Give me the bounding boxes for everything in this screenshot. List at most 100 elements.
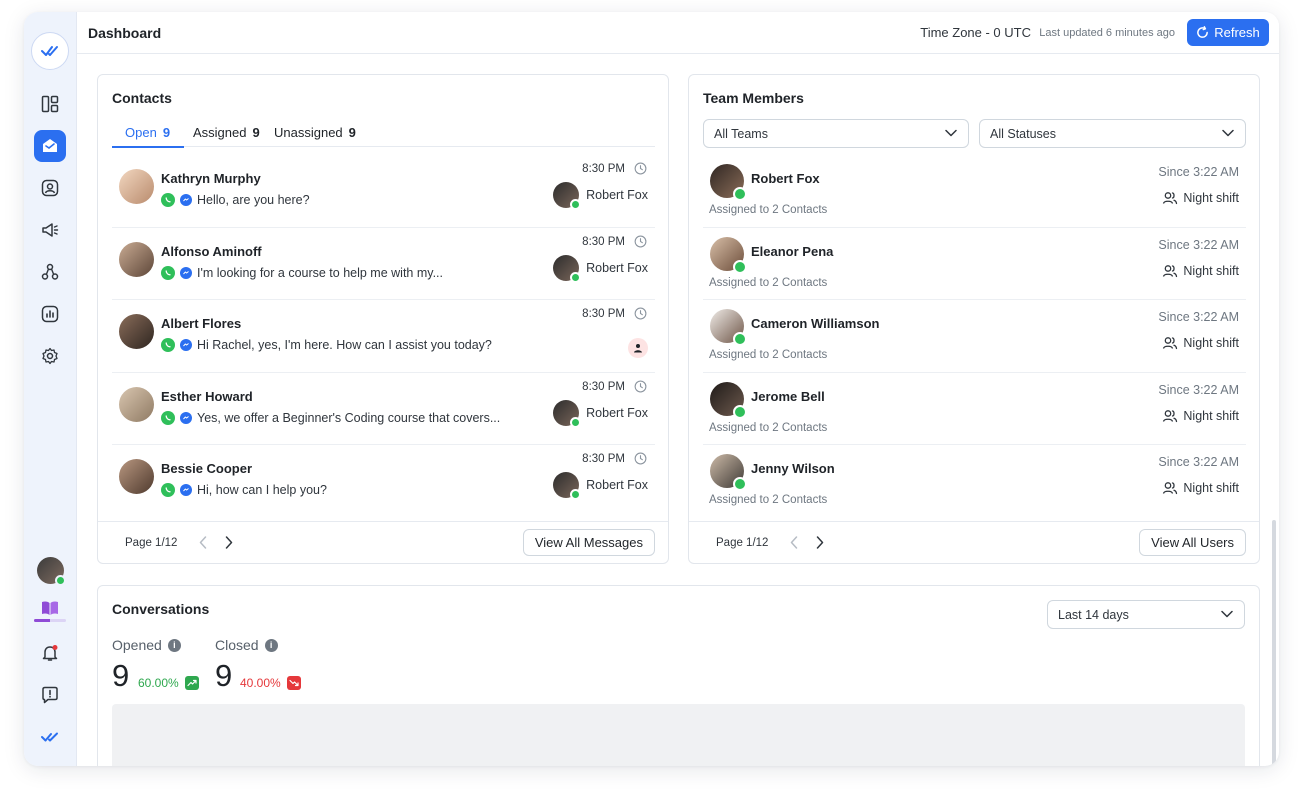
- contact-row[interactable]: Alfonso Aminoff I'm looking for a course…: [112, 228, 655, 300]
- team-member-row[interactable]: Jenny Wilson Assigned to 2 Contacts Sinc…: [703, 445, 1246, 518]
- chevron-right-icon[interactable]: [225, 536, 233, 549]
- agent-name: Robert Fox: [586, 188, 648, 202]
- conversations-title: Conversations: [112, 601, 210, 617]
- message-time: 8:30 PM: [582, 453, 625, 465]
- whatsapp-icon: [161, 410, 175, 425]
- contact-avatar: [119, 459, 154, 494]
- contact-name: Alfonso Aminoff: [161, 243, 262, 259]
- agent-name: Robert Fox: [586, 405, 648, 420]
- contact-row[interactable]: Esther Howard Yes, we offer a Beginner's…: [112, 373, 655, 445]
- closed-label: Closed: [215, 637, 259, 653]
- member-avatar: [710, 309, 747, 346]
- message-time: 8:30 PM: [582, 163, 625, 175]
- tab-assigned[interactable]: Assigned 9: [193, 125, 260, 140]
- contact-row[interactable]: Albert Flores Hi Rachel, yes, I'm here. …: [112, 300, 655, 373]
- closed-stat: Closed i 9 40.00%: [215, 637, 301, 693]
- member-assigned-count: Assigned to 2 Contacts: [709, 349, 828, 361]
- member-since: Since 3:22 AM: [1158, 165, 1239, 179]
- member-since: Since 3:22 AM: [1158, 455, 1239, 469]
- chevron-left-icon[interactable]: [199, 536, 207, 549]
- view-all-messages-button[interactable]: View All Messages: [522, 529, 655, 556]
- date-range-select[interactable]: Last 14 days: [1047, 600, 1245, 629]
- timezone-label: Time Zone - 0 UTC: [920, 25, 1031, 40]
- clock-icon: [634, 162, 647, 175]
- guide-book-icon: [42, 601, 58, 615]
- member-since: Since 3:22 AM: [1158, 382, 1239, 397]
- shift-label: Night shift: [1183, 191, 1239, 205]
- team-member-row[interactable]: Robert Fox Assigned to 2 Contacts Since …: [703, 155, 1246, 228]
- chevron-right-icon[interactable]: [816, 536, 824, 549]
- nav-brand[interactable]: [34, 721, 66, 753]
- user-avatar[interactable]: [37, 557, 66, 586]
- tab-open[interactable]: Open 9: [111, 125, 185, 148]
- member-name: Jerome Bell: [751, 388, 825, 404]
- contact-last-message: Hi Rachel, yes, I'm here. How can I assi…: [161, 338, 492, 352]
- contact-row[interactable]: Bessie Cooper Hi, how can I help you? 8:…: [112, 445, 655, 518]
- info-icon[interactable]: i: [167, 638, 181, 652]
- guide-book-button[interactable]: [41, 600, 59, 621]
- member-name: Cameron Williamson: [751, 316, 880, 331]
- date-range-value: Last 14 days: [1058, 607, 1129, 622]
- messenger-icon: [180, 484, 192, 496]
- help-icon: [42, 686, 58, 704]
- nav-inbox[interactable]: [34, 130, 66, 162]
- whatsapp-icon: [161, 193, 175, 207]
- page-scrollbar[interactable]: [1272, 520, 1276, 766]
- last-updated-label: Last updated 6 minutes ago: [1039, 27, 1175, 39]
- nav-notifications[interactable]: [34, 637, 66, 669]
- tab-unassigned-count: 9: [348, 125, 356, 140]
- brand-icon: [41, 732, 58, 742]
- nav-broadcast[interactable]: [34, 214, 66, 246]
- member-since: Since 3:22 AM: [1158, 310, 1239, 324]
- contact-name: Albert Flores: [161, 316, 242, 331]
- team-member-row[interactable]: Cameron Williamson Assigned to 2 Contact…: [703, 300, 1246, 373]
- contact-last-message: I'm looking for a course to help me with…: [161, 265, 443, 280]
- info-icon[interactable]: i: [264, 638, 278, 652]
- logo[interactable]: [31, 32, 69, 70]
- chevron-left-icon[interactable]: [790, 536, 798, 549]
- shift-label: Night shift: [1183, 481, 1239, 495]
- online-status-dot: [733, 187, 747, 201]
- team-member-row[interactable]: Eleanor Pena Assigned to 2 Contacts Sinc…: [703, 228, 1246, 300]
- reports-icon: [41, 305, 59, 323]
- tab-unassigned[interactable]: Unassigned 9: [274, 125, 356, 140]
- refresh-button[interactable]: Refresh: [1187, 19, 1269, 46]
- nav-integrations[interactable]: [34, 256, 66, 288]
- guide-progress-bar: [34, 619, 66, 622]
- contact-row[interactable]: Kathryn Murphy Hello, are you here? 8:30…: [112, 155, 655, 228]
- status-filter-value: All Statuses: [990, 126, 1057, 141]
- online-status-dot: [733, 404, 747, 419]
- member-assigned-count: Assigned to 2 Contacts: [709, 494, 828, 506]
- member-avatar: [710, 454, 747, 491]
- whatsapp-icon: [161, 338, 175, 352]
- nav-settings[interactable]: [34, 340, 66, 372]
- member-name: Eleanor Pena: [751, 243, 834, 259]
- view-all-users-button[interactable]: View All Users: [1139, 529, 1246, 556]
- opened-label-row: Opened i: [112, 637, 181, 653]
- nav-contacts[interactable]: [34, 172, 66, 204]
- users-icon: [1163, 192, 1178, 205]
- nav-dashboard[interactable]: [34, 88, 66, 120]
- team-filter-select[interactable]: All Teams: [703, 119, 969, 148]
- unassigned-user-icon[interactable]: [628, 338, 648, 358]
- nav-reports[interactable]: [34, 298, 66, 330]
- settings-icon: [42, 347, 58, 365]
- status-filter-select[interactable]: All Statuses: [979, 119, 1246, 148]
- tab-open-label: Open: [125, 125, 157, 140]
- message-text: Hello, are you here?: [197, 193, 310, 207]
- assigned-agent: Robert Fox: [553, 399, 648, 428]
- messenger-icon: [180, 194, 192, 206]
- nav-help[interactable]: [34, 679, 66, 711]
- opened-value: 9: [112, 658, 130, 693]
- member-shift: Night shift: [1162, 264, 1239, 278]
- team-member-row[interactable]: Jerome Bell Assigned to 2 Contacts Since…: [703, 373, 1246, 445]
- contact-avatar: [119, 241, 154, 277]
- opened-change: 60.00%: [138, 676, 199, 690]
- online-status-dot: [733, 477, 747, 491]
- closed-percent: 40.00%: [240, 676, 281, 690]
- agent-avatar: [553, 399, 582, 428]
- opened-percent: 60.00%: [138, 676, 179, 690]
- clock-icon: [634, 235, 647, 247]
- whatsapp-icon: [161, 265, 175, 280]
- assigned-agent: Robert Fox: [553, 472, 648, 500]
